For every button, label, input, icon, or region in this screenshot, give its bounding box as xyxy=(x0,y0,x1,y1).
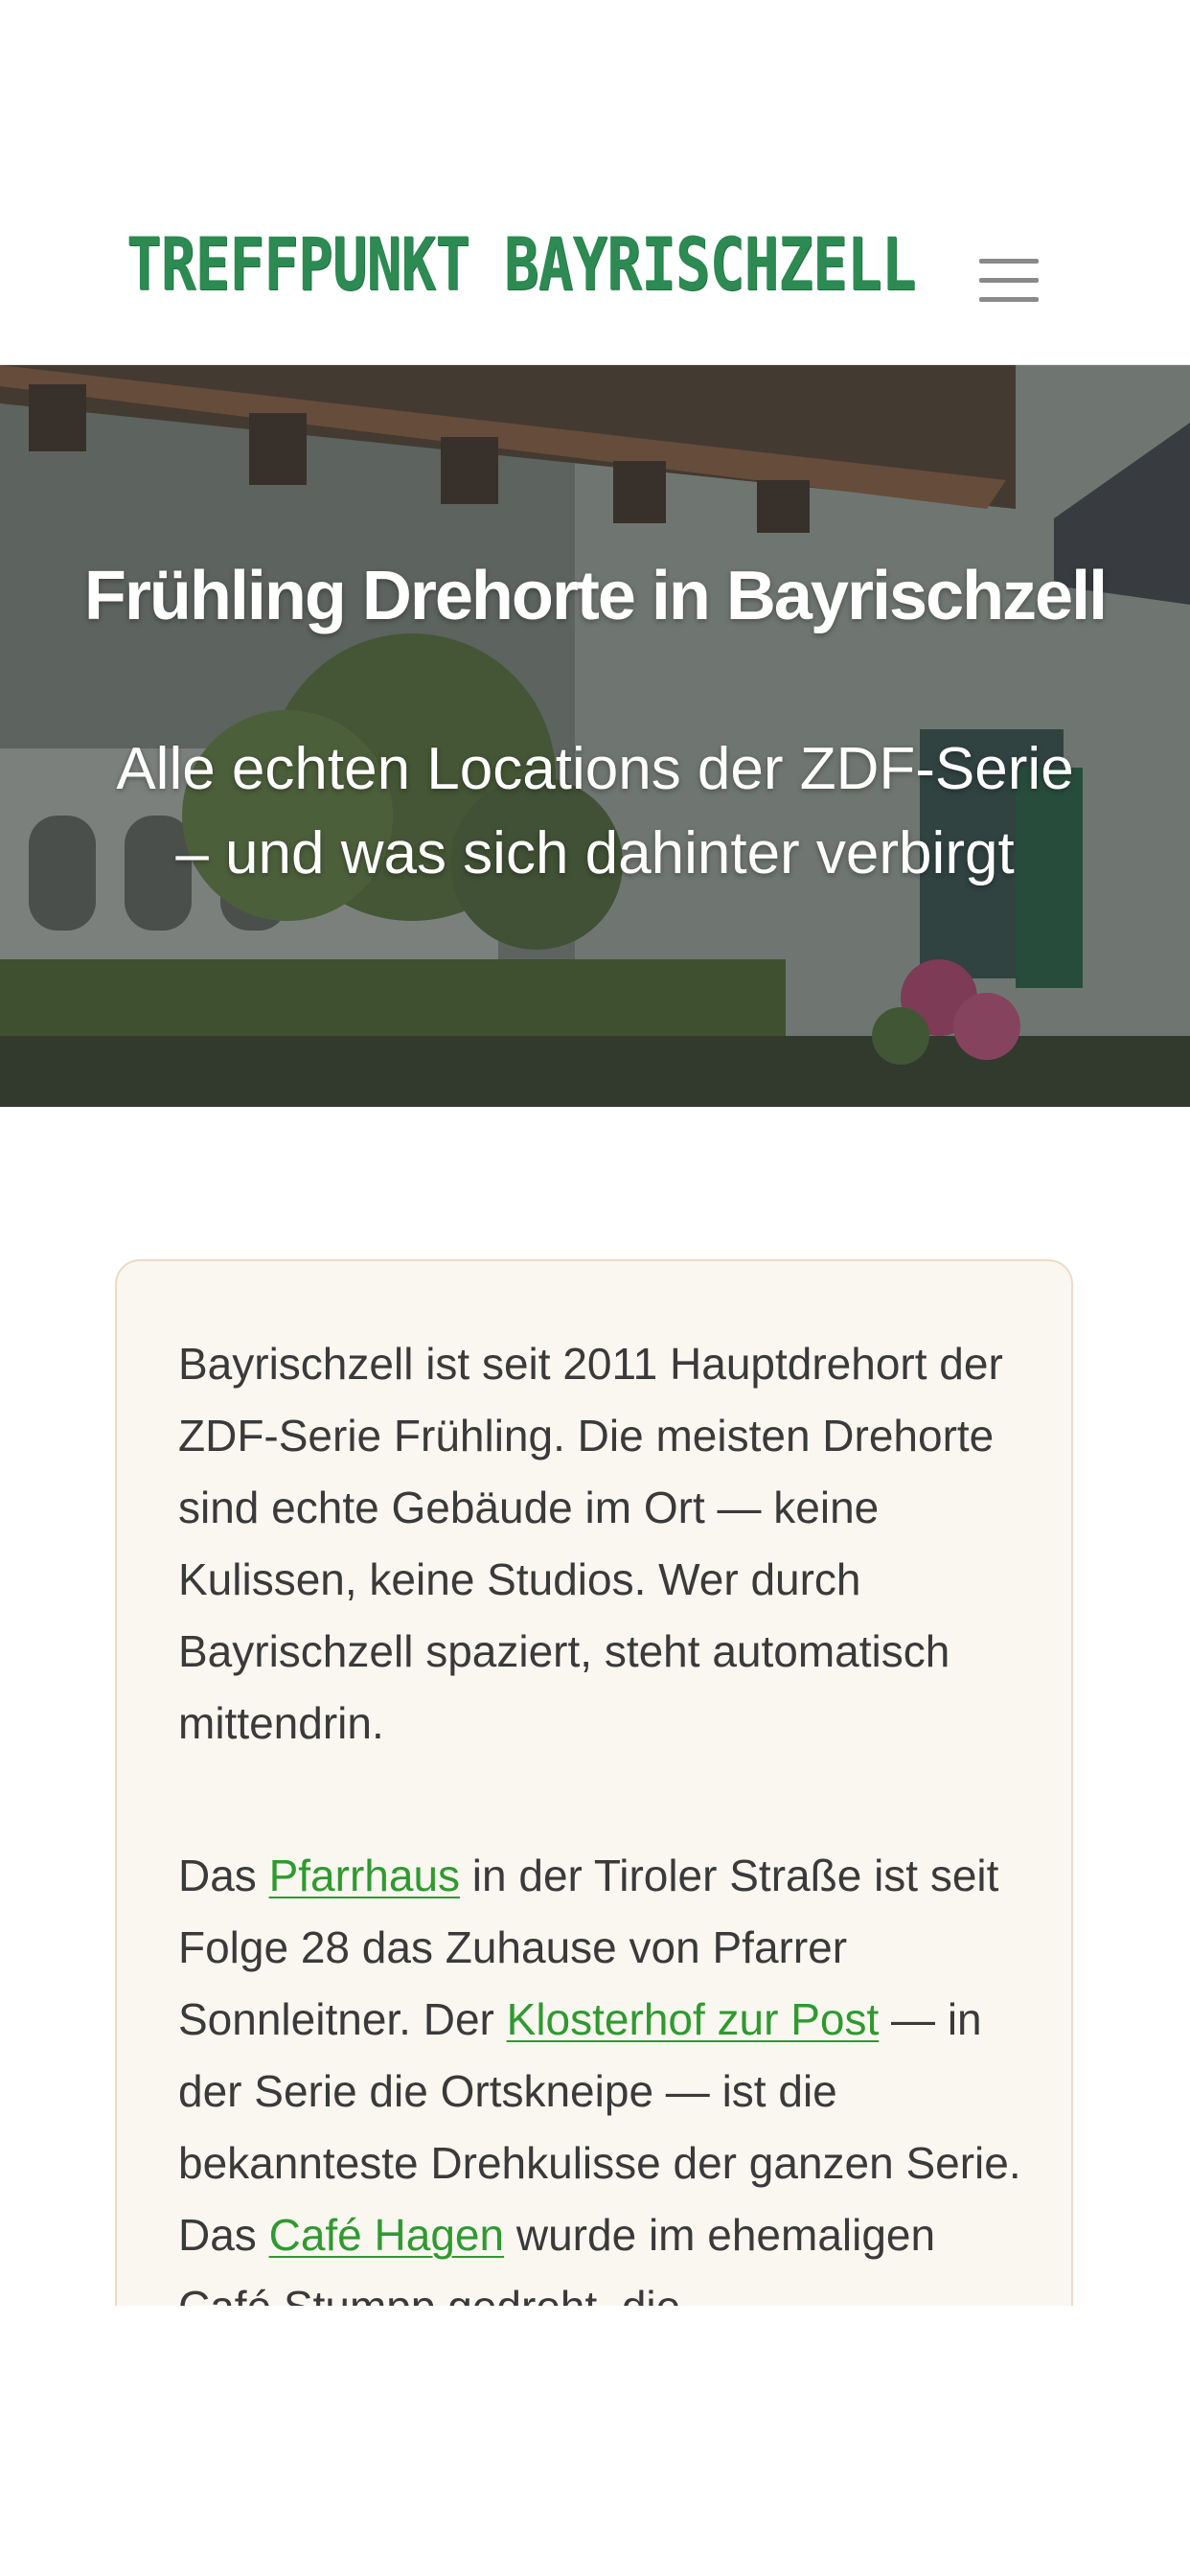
link-cafe-hagen[interactable]: Café Hagen xyxy=(269,2210,505,2260)
page: TREFFPUNKT BAYRISCHZELL Frühling Drehort… xyxy=(0,0,1190,2576)
intro-paragraph: Bayrischzell ist seit 2011 Hauptdrehort … xyxy=(178,1339,1003,1748)
intro-paragraph: Das Pfarrhaus in der Tiroler Straße ist … xyxy=(178,1840,1041,2343)
site-header: TREFFPUNKT BAYRISCHZELL xyxy=(0,0,1190,365)
site-logo[interactable]: TREFFPUNKT BAYRISCHZELL xyxy=(126,228,916,301)
link-pfarrhaus[interactable]: Pfarrhaus xyxy=(269,1851,460,1900)
hero-banner: Frühling Drehorte in Bayrischzell Alle e… xyxy=(0,365,1190,1107)
menu-bar xyxy=(979,259,1039,264)
menu-bar xyxy=(979,297,1039,302)
hamburger-menu-icon[interactable] xyxy=(968,255,1052,309)
text-segment: Das xyxy=(178,1851,269,1900)
hero-subtitle: Alle echten Locations der ZDF-Serie – un… xyxy=(116,736,1074,886)
page-bottom-blank xyxy=(0,2306,1190,2576)
hero-title: Frühling Drehorte in Bayrischzell xyxy=(83,558,1108,634)
link-klosterhof[interactable]: Klosterhof zur Post xyxy=(507,1994,880,2044)
menu-bar xyxy=(979,278,1039,283)
intro-text: Bayrischzell ist seit 2011 Hauptdrehort … xyxy=(178,1328,1041,2424)
